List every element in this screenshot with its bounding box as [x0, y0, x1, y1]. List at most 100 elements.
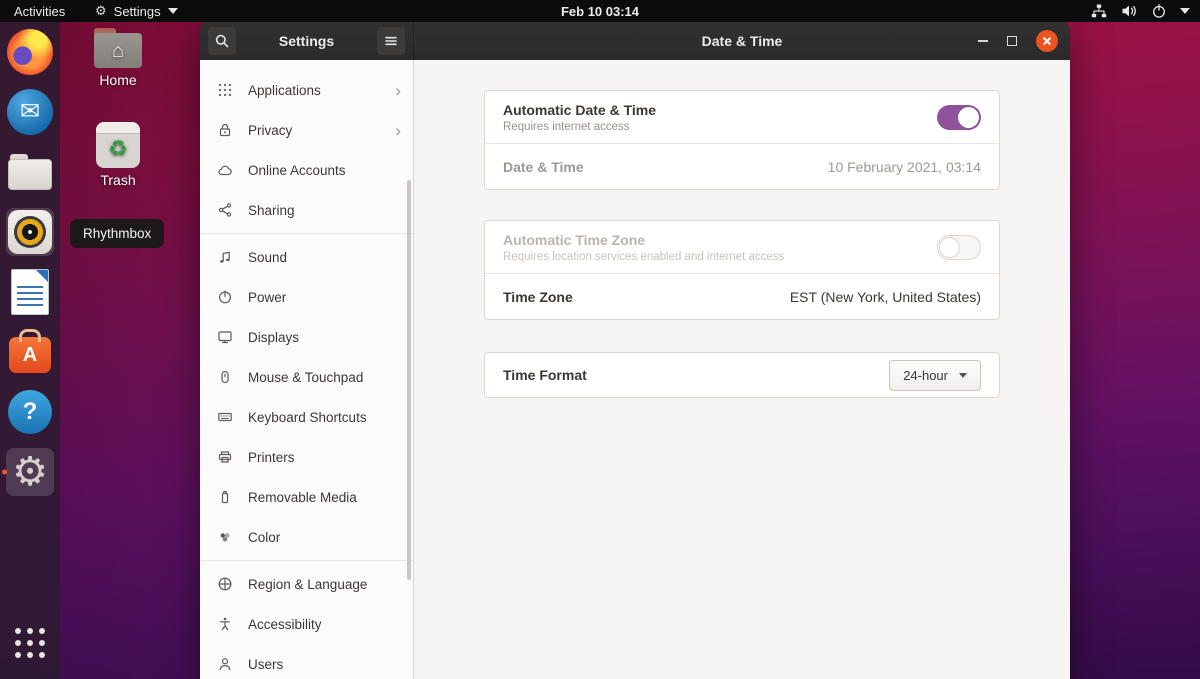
- mouse-icon: [217, 369, 233, 385]
- ubuntu-desktop: Activities Settings Feb 10 03:14 Home: [0, 0, 1200, 679]
- chevron-right-icon: [395, 82, 401, 99]
- keyboard-icon: [217, 409, 233, 425]
- sidebar-item-label: Sharing: [248, 203, 295, 218]
- maximize-button[interactable]: [1007, 36, 1017, 46]
- sidebar-item-printers[interactable]: Printers: [200, 437, 413, 477]
- sidebar-item-users[interactable]: Users: [200, 644, 413, 679]
- sidebar-item-displays[interactable]: Displays: [200, 317, 413, 357]
- top-bar: Activities Settings Feb 10 03:14: [0, 0, 1200, 22]
- sidebar-item-label: Region & Language: [248, 577, 367, 592]
- window-title: Date & Time: [414, 22, 1070, 60]
- chevron-down-icon: [168, 8, 178, 14]
- desktop-icon-home[interactable]: Home: [82, 28, 154, 88]
- power-icon: [217, 289, 233, 305]
- dock-firefox[interactable]: [6, 28, 54, 76]
- trash-label: Trash: [82, 172, 154, 188]
- sidebar-item-applications[interactable]: Applications: [200, 70, 413, 110]
- gear-icon: [95, 3, 107, 19]
- sidebar-header: Settings: [200, 22, 414, 60]
- share-icon: [217, 202, 233, 218]
- activities-button[interactable]: Activities: [10, 4, 69, 19]
- dock: [0, 22, 60, 679]
- minimize-button[interactable]: [978, 40, 988, 42]
- row-title: Automatic Time Zone: [503, 231, 784, 249]
- close-button[interactable]: [1036, 30, 1058, 52]
- accessibility-icon: [217, 616, 233, 632]
- sidebar-item-privacy[interactable]: Privacy: [200, 110, 413, 150]
- sidebar-item-region-language[interactable]: Region & Language: [200, 564, 413, 604]
- window-titlebar[interactable]: Settings Date & Time: [200, 22, 1070, 61]
- settings-sidebar: Applications Privacy Online Accounts Sha…: [200, 60, 414, 679]
- automatic-datetime-toggle[interactable]: [937, 105, 981, 130]
- sidebar-item-label: Privacy: [248, 123, 292, 138]
- toggle-knob: [939, 237, 960, 258]
- automatic-timezone-row[interactable]: Automatic Time Zone Requires location se…: [485, 221, 999, 273]
- timezone-row[interactable]: Time Zone EST (New York, United States): [485, 273, 999, 319]
- removable-media-icon: [217, 489, 233, 505]
- network-icon: [1091, 4, 1107, 18]
- firefox-icon: [7, 29, 53, 75]
- app-menu-button[interactable]: Settings: [95, 3, 178, 19]
- sidebar-item-label: Users: [248, 657, 283, 672]
- sidebar-item-label: Online Accounts: [248, 163, 346, 178]
- ubuntu-software-icon: [9, 337, 51, 373]
- sidebar-item-online-accounts[interactable]: Online Accounts: [200, 150, 413, 190]
- sidebar-item-removable-media[interactable]: Removable Media: [200, 477, 413, 517]
- files-icon: [8, 154, 52, 190]
- sidebar-item-mouse-touchpad[interactable]: Mouse & Touchpad: [200, 357, 413, 397]
- dock-thunderbird[interactable]: [6, 88, 54, 136]
- sidebar-item-label: Power: [248, 290, 286, 305]
- datetime-row[interactable]: Date & Time 10 February 2021, 03:14: [485, 143, 999, 189]
- music-note-icon: [217, 249, 233, 265]
- dock-libreoffice-writer[interactable]: [6, 268, 54, 316]
- rhythmbox-icon: [8, 210, 52, 254]
- clock-menu[interactable]: Feb 10 03:14: [561, 4, 639, 19]
- sidebar-item-keyboard-shortcuts[interactable]: Keyboard Shortcuts: [200, 397, 413, 437]
- system-tray[interactable]: [1091, 4, 1190, 18]
- sidebar-item-label: Mouse & Touchpad: [248, 370, 363, 385]
- auto-timezone-panel: Automatic Time Zone Requires location se…: [484, 220, 1000, 320]
- dock-settings[interactable]: [6, 448, 54, 496]
- dock-help[interactable]: [6, 388, 54, 436]
- sidebar-scrollbar[interactable]: [407, 180, 411, 580]
- globe-icon: [217, 576, 233, 592]
- automatic-timezone-toggle[interactable]: [937, 235, 981, 260]
- datetime-settings-panel: Automatic Date & Time Requires internet …: [414, 60, 1070, 679]
- window-controls: [978, 22, 1058, 60]
- menu-button[interactable]: [377, 27, 405, 55]
- thunderbird-icon: [7, 89, 53, 135]
- dock-rhythmbox[interactable]: [6, 208, 54, 256]
- sidebar-separator: [200, 233, 413, 234]
- sidebar-item-label: Printers: [248, 450, 295, 465]
- sidebar-item-label: Accessibility: [248, 617, 322, 632]
- app-menu-label: Settings: [114, 4, 161, 19]
- volume-icon: [1121, 4, 1138, 18]
- row-label: Time Format: [503, 367, 587, 383]
- printer-icon: [217, 449, 233, 465]
- time-format-row: Time Format 24-hour: [485, 353, 999, 397]
- row-text: Automatic Time Zone Requires location se…: [503, 231, 784, 262]
- sidebar-item-label: Keyboard Shortcuts: [248, 410, 367, 425]
- sidebar-separator: [200, 560, 413, 561]
- cloud-icon: [217, 162, 233, 178]
- grid-icon: [217, 82, 233, 98]
- settings-gear-icon: [12, 452, 48, 492]
- desktop-icon-trash[interactable]: Trash: [82, 122, 154, 188]
- sidebar-item-color[interactable]: Color: [200, 517, 413, 557]
- row-value: EST (New York, United States): [790, 289, 981, 305]
- sidebar-item-power[interactable]: Power: [200, 277, 413, 317]
- dock-ubuntu-software[interactable]: [6, 328, 54, 376]
- dock-show-applications[interactable]: [6, 619, 54, 667]
- sidebar-item-accessibility[interactable]: Accessibility: [200, 604, 413, 644]
- sidebar-item-label: Applications: [248, 83, 321, 98]
- time-format-dropdown[interactable]: 24-hour: [889, 360, 981, 391]
- automatic-datetime-row[interactable]: Automatic Date & Time Requires internet …: [485, 91, 999, 143]
- auto-datetime-panel: Automatic Date & Time Requires internet …: [484, 90, 1000, 190]
- toggle-knob: [957, 106, 980, 129]
- sidebar-item-sharing[interactable]: Sharing: [200, 190, 413, 230]
- sidebar-item-label: Color: [248, 530, 280, 545]
- dock-files[interactable]: [6, 148, 54, 196]
- color-icon: [217, 529, 233, 545]
- sidebar-item-sound[interactable]: Sound: [200, 237, 413, 277]
- row-text: Automatic Date & Time Requires internet …: [503, 101, 656, 132]
